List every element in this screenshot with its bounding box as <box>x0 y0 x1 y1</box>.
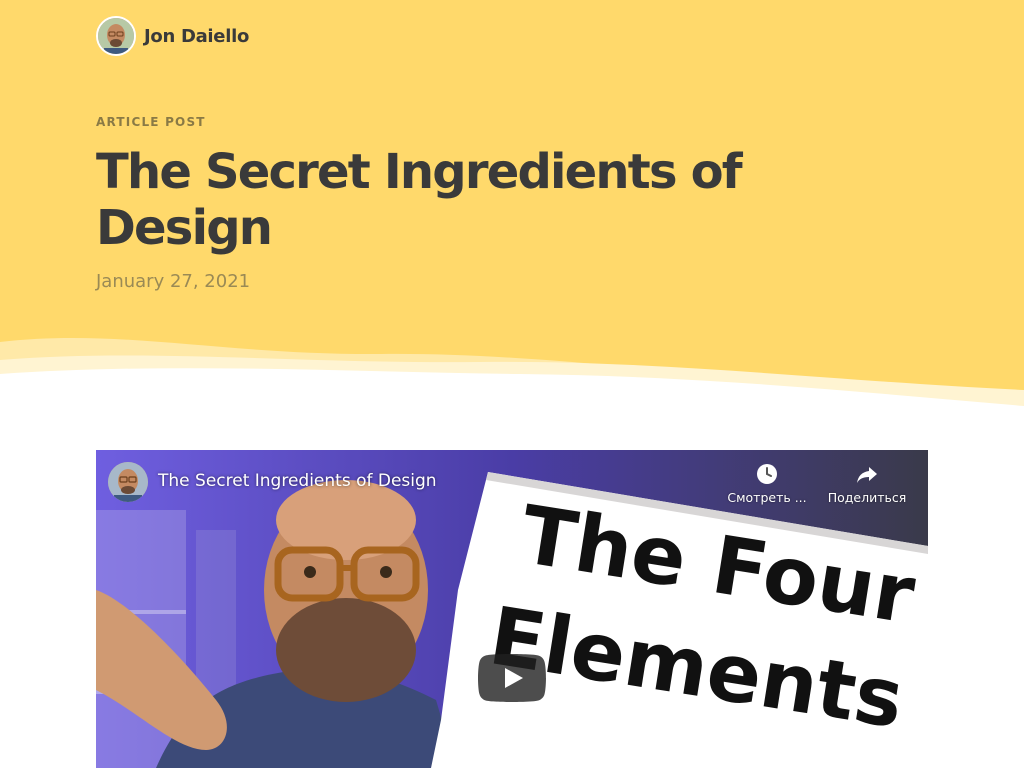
article-date: January 27, 2021 <box>96 271 251 292</box>
article-type-label: ARTICLE POST <box>96 115 206 129</box>
channel-avatar-icon <box>108 462 148 502</box>
author-home-link[interactable]: Jon Daiello <box>96 16 249 56</box>
video-title-link[interactable]: The Secret Ingredients of Design <box>158 471 437 491</box>
video-embed[interactable]: The Four Elements The Secret Ingredients… <box>96 450 928 768</box>
avatar-photo-icon <box>98 18 134 54</box>
watch-later-button[interactable]: Смотреть ... <box>722 462 812 512</box>
clock-icon <box>757 464 777 484</box>
share-label: Поделиться <box>827 490 907 505</box>
author-avatar[interactable] <box>96 16 136 56</box>
play-button[interactable] <box>478 654 546 702</box>
channel-avatar[interactable] <box>108 462 148 502</box>
author-name[interactable]: Jon Daiello <box>144 26 249 47</box>
watch-later-label: Смотреть ... <box>727 490 807 505</box>
article-title: The Secret Ingredients of Design <box>96 144 743 256</box>
wave-divider <box>0 337 1024 410</box>
share-button[interactable]: Поделиться <box>822 462 912 512</box>
share-icon <box>857 467 877 483</box>
